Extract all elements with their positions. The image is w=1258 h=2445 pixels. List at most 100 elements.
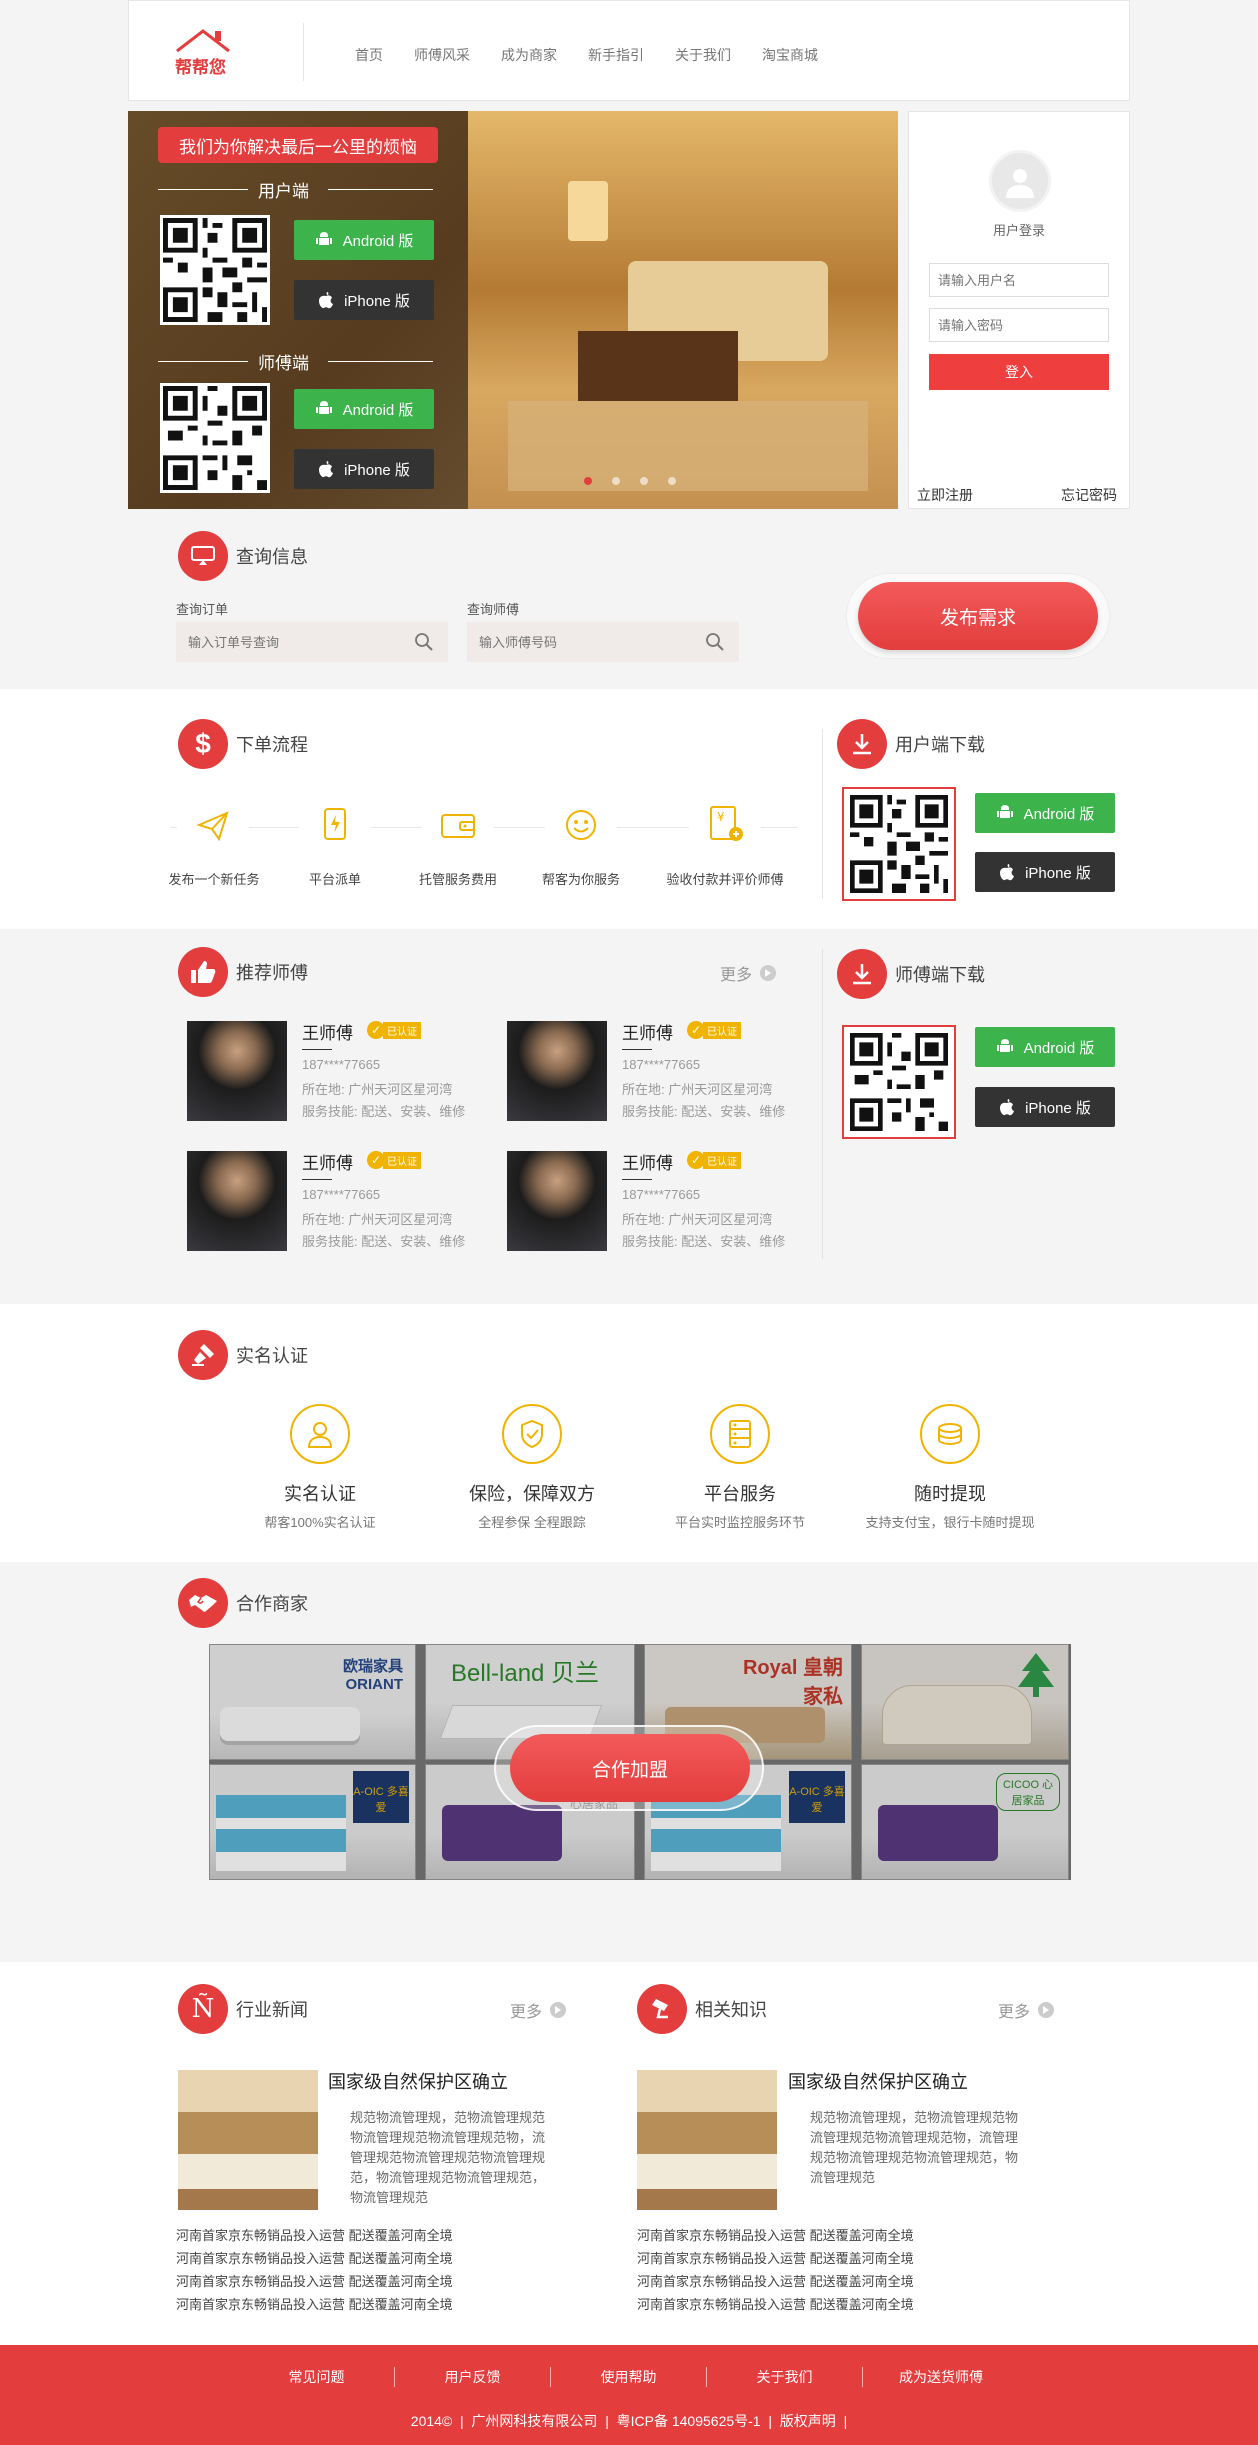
room-photo	[468, 111, 898, 509]
carousel-dot[interactable]	[640, 477, 648, 485]
industry-news-more-link[interactable]: 更多	[510, 1998, 567, 2022]
user-download-iphone-button[interactable]: iPhone 版	[975, 852, 1115, 892]
verified-label: 已认证	[703, 1021, 741, 1039]
arrow-right-icon	[760, 965, 777, 981]
news-headline[interactable]: 国家级自然保护区确立	[328, 2068, 508, 2094]
download-icon	[853, 734, 871, 755]
banner-master-android-button[interactable]: Android 版	[294, 389, 434, 429]
certification-section-icon	[178, 1330, 228, 1380]
iphone-label: iPhone 版	[344, 292, 410, 310]
nav-taobao[interactable]: 淘宝商城	[762, 45, 818, 65]
process-step	[545, 797, 617, 857]
master-download-iphone-button[interactable]: iPhone 版	[975, 1087, 1115, 1127]
knowledge-list-item[interactable]: 河南首家京东畅销品投入运营 配送覆盖河南全境	[637, 2247, 957, 2270]
master-card[interactable]: 王师傅 ✓ 已认证 187****77665 所在地: 广州天河区星河湾 服务技…	[187, 1151, 497, 1261]
publish-button[interactable]: 发布需求	[858, 582, 1098, 650]
carousel-dots	[584, 477, 696, 485]
nav-master-style[interactable]: 师傅风采	[414, 45, 470, 65]
banner-user-iphone-button[interactable]: iPhone 版	[294, 280, 434, 320]
user-download-qr	[842, 787, 956, 901]
user-download-title: 用户端下载	[895, 735, 985, 755]
svg-text:¥: ¥	[717, 810, 725, 824]
join-button[interactable]: 合作加盟	[510, 1734, 750, 1802]
house-logo-icon	[176, 29, 230, 53]
process-step-label: 托管服务费用	[418, 872, 497, 887]
nav-about[interactable]: 关于我们	[675, 45, 731, 65]
master-name: 王师傅	[302, 1024, 353, 1043]
knowledge-summary: 规范物流管理规，范物流管理规范物流管理规范物流管理规范物，流管理规范物流管理规范…	[810, 2110, 1019, 2185]
user-download-android-button[interactable]: Android 版	[975, 793, 1115, 833]
logo-text: 帮帮您	[175, 58, 226, 77]
handshake-icon	[189, 1595, 217, 1612]
master-card[interactable]: 王师傅 ✓ 已认证 187****77665 所在地: 广州天河区星河湾 服务技…	[187, 1021, 497, 1131]
android-icon	[996, 1039, 1013, 1052]
master-phone: 187****77665	[302, 1187, 381, 1202]
forgot-password-link[interactable]: 忘记密码	[1061, 485, 1117, 505]
recommend-title: 推荐师傅	[236, 963, 308, 983]
username-input[interactable]	[929, 263, 1109, 297]
login-button[interactable]: 登入	[929, 354, 1109, 390]
search-icon[interactable]	[705, 632, 725, 652]
feature-desc: 帮客100%实名认证	[264, 1515, 376, 1530]
android-label: Android 版	[342, 232, 414, 250]
apple-icon	[1000, 1099, 1015, 1116]
logo[interactable]: 帮帮您	[173, 27, 245, 77]
master-side-line-right	[328, 361, 433, 362]
android-icon	[996, 805, 1013, 818]
feature-desc: 支持支付宝，银行卡随时提现	[865, 1515, 1035, 1530]
android-icon	[315, 401, 332, 414]
master-card[interactable]: 王师傅 ✓ 已认证 187****77665 所在地: 广州天河区星河湾 服务技…	[507, 1021, 817, 1131]
news-list-item[interactable]: 河南首家京东畅销品投入运营 配送覆盖河南全境	[176, 2247, 496, 2270]
nav-become-merchant[interactable]: 成为商家	[501, 45, 557, 65]
android-label: Android 版	[1023, 1039, 1095, 1057]
knowledge-list-item[interactable]: 河南首家京东畅销品投入运营 配送覆盖河南全境	[637, 2224, 957, 2247]
recommend-more-link[interactable]: 更多	[720, 961, 777, 985]
news-list-item[interactable]: 河南首家京东畅销品投入运营 配送覆盖河南全境	[176, 2293, 496, 2316]
more-label: 更多	[510, 2004, 543, 2021]
footer-link-about[interactable]: 关于我们	[707, 2367, 863, 2387]
news-list-item[interactable]: 河南首家京东畅销品投入运营 配送覆盖河南全境	[176, 2224, 496, 2247]
carousel-dot-active[interactable]	[584, 477, 592, 485]
verified-badge: ✓ 已认证	[687, 1021, 741, 1039]
master-location: 所在地: 广州天河区星河湾	[302, 1212, 453, 1227]
banner-master-iphone-button[interactable]: iPhone 版	[294, 449, 434, 489]
process-section: $ 下单流程 ¥ 发布一个新任务 平台派单 托管服务费用 帮客为你服务 验收付款…	[0, 689, 1258, 929]
feature-desc: 全程参保 全程跟踪	[478, 1515, 586, 1530]
knowledge-list-item[interactable]: 河南首家京东畅销品投入运营 配送覆盖河南全境	[637, 2270, 957, 2293]
master-search-input[interactable]	[467, 622, 695, 662]
register-link[interactable]: 立即注册	[917, 485, 973, 505]
industry-news-icon: Ñ	[178, 1984, 228, 2034]
login-title: 用户登录	[992, 223, 1045, 238]
name-underline	[302, 1049, 332, 1050]
verified-label: 已认证	[383, 1151, 421, 1169]
knowledge-more-link[interactable]: 更多	[998, 1998, 1055, 2022]
name-underline	[622, 1179, 652, 1180]
footer-link-faq[interactable]: 常见问题	[239, 2367, 395, 2387]
order-search-input[interactable]	[176, 622, 404, 662]
nav-home[interactable]: 首页	[355, 45, 383, 65]
newspaper-icon: Ñ	[191, 1994, 215, 2024]
partners-section: 合作商家 欧瑞家具 ORIANT Bell-land 贝兰 Royal 皇朝家私…	[0, 1562, 1258, 1962]
banner-user-android-button[interactable]: Android 版	[294, 220, 434, 260]
footer-link-feedback[interactable]: 用户反馈	[395, 2367, 551, 2387]
user-download-icon-circle	[837, 719, 887, 769]
knowledge-thumbnail	[637, 2070, 777, 2210]
wallet-icon	[441, 814, 475, 838]
master-card[interactable]: 王师傅 ✓ 已认证 187****77665 所在地: 广州天河区星河湾 服务技…	[507, 1151, 817, 1261]
news-summary: 规范物流管理规，范物流管理规范物流管理规范物流管理规范物，流管理规范物流管理规范…	[350, 2110, 546, 2205]
footer-link-become-courier[interactable]: 成为送货师傅	[863, 2367, 1019, 2387]
feature-item: 平台服务 平台实时监控服务环节	[660, 1404, 820, 1531]
master-download-android-button[interactable]: Android 版	[975, 1027, 1115, 1067]
knowledge-list-item[interactable]: 河南首家京东畅销品投入运营 配送覆盖河南全境	[637, 2293, 957, 2316]
nav-guide[interactable]: 新手指引	[588, 45, 644, 65]
carousel-dot[interactable]	[668, 477, 676, 485]
process-step-label: 平台派单	[308, 872, 361, 887]
footer-link-help[interactable]: 使用帮助	[551, 2367, 707, 2387]
feature-title: 平台服务	[704, 1484, 776, 1504]
search-icon[interactable]	[414, 632, 434, 652]
process-step	[422, 797, 494, 857]
password-input[interactable]	[929, 308, 1109, 342]
knowledge-headline[interactable]: 国家级自然保护区确立	[788, 2068, 968, 2094]
news-list-item[interactable]: 河南首家京东畅销品投入运营 配送覆盖河南全境	[176, 2270, 496, 2293]
carousel-dot[interactable]	[612, 477, 620, 485]
